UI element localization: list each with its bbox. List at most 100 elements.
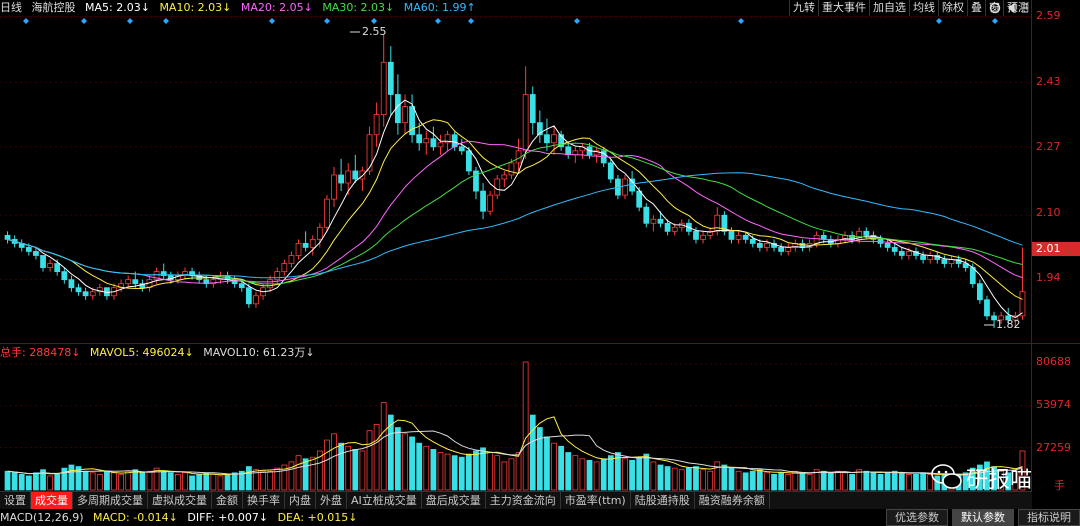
- candle-body: [47, 263, 54, 268]
- volume-bar: [89, 472, 96, 491]
- tab-6[interactable]: 内盘: [285, 492, 316, 509]
- tab-0[interactable]: 设置: [0, 492, 31, 509]
- event-marker: [468, 18, 474, 24]
- volume-unit: 手: [1054, 479, 1065, 492]
- volume-bar: [622, 458, 628, 491]
- candle-body: [863, 230, 870, 236]
- volume-bar: [529, 414, 536, 491]
- tab-3[interactable]: 虚拟成交量: [148, 492, 212, 509]
- candle-body: [416, 134, 423, 144]
- volume-bar: [139, 472, 146, 491]
- volume-bar: [465, 453, 472, 491]
- settings-icon[interactable]: [989, 2, 1001, 14]
- macd-label: MACD(12,26,9): [0, 511, 84, 524]
- back-icon[interactable]: [1008, 3, 1016, 13]
- volume-bar: [245, 466, 252, 491]
- candle-body: [891, 247, 898, 252]
- candle-body: [253, 295, 259, 305]
- volume-bar: [494, 455, 501, 491]
- event-marker: [936, 18, 942, 24]
- volume-bar: [906, 473, 912, 491]
- volume-bar: [182, 472, 188, 491]
- price-tick: 2.59: [1036, 9, 1061, 22]
- tab-5[interactable]: 换手率: [243, 492, 285, 509]
- ma5-line: [7, 99, 1023, 319]
- volume-bar: [544, 436, 550, 491]
- tab-11[interactable]: 市盈率(ttm): [561, 492, 631, 509]
- tab-8[interactable]: AI立桩成交量: [347, 492, 422, 509]
- mavol10-line: [7, 430, 1023, 475]
- volume-bar: [508, 458, 515, 491]
- volume-axis: 80688 53974 27259 手: [1032, 345, 1080, 492]
- event-marker: [23, 18, 29, 24]
- volume-bar: [309, 456, 316, 491]
- candle-body: [920, 255, 926, 260]
- volume-bar: [480, 447, 486, 491]
- volume-header: 总手: 288478↓ MAVOL5: 496024↓ MAVOL10: 61.…: [0, 345, 321, 361]
- candle-body: [345, 170, 352, 184]
- volume-bar: [515, 452, 522, 491]
- volume-bar: [224, 473, 231, 491]
- candle-body: [302, 243, 309, 248]
- volume-bar: [551, 442, 557, 491]
- candle-body: [778, 247, 785, 252]
- volume-bar: [11, 472, 18, 491]
- tab-4[interactable]: 金额: [212, 492, 243, 509]
- volume-bar: [898, 472, 905, 491]
- candle-body: [764, 243, 770, 248]
- volume-bar: [870, 472, 877, 491]
- volume-bar: [402, 433, 408, 491]
- chart-area[interactable]: 2.55 1.82: [0, 0, 1080, 526]
- volume-bar: [324, 439, 330, 491]
- candle-body: [82, 291, 89, 297]
- diff-value: DIFF: +0.007↓: [187, 511, 269, 524]
- high-annotation: 2.55: [362, 25, 387, 38]
- optimal-params-button[interactable]: 优选参数: [886, 509, 948, 526]
- tab-7[interactable]: 外盘: [316, 492, 347, 509]
- event-marker: [371, 18, 377, 24]
- volume-bar: [756, 469, 763, 491]
- ma30-line: [7, 142, 1023, 285]
- tab-9[interactable]: 盘后成交量: [422, 492, 486, 509]
- volume-bar: [82, 470, 89, 491]
- tab-2[interactable]: 多周期成交量: [73, 492, 148, 509]
- mavol5-value: MAVOL5: 496024↓: [89, 346, 194, 359]
- menu-icon[interactable]: [1022, 3, 1028, 13]
- volume-bar: [25, 475, 32, 491]
- volume-bar: [118, 473, 124, 491]
- volume-bar: [586, 459, 593, 491]
- candle-body: [40, 255, 46, 268]
- candle-body: [366, 134, 373, 172]
- candle-body: [728, 230, 735, 240]
- volume-bar: [267, 470, 274, 491]
- volume-bar: [749, 470, 756, 491]
- candle-body: [785, 247, 792, 252]
- tab-1[interactable]: 成交量: [31, 492, 73, 509]
- price-axis: 2.59 2.43 2.27 2.10 1.94 2.01: [1032, 0, 1080, 344]
- default-params-button[interactable]: 默认参数: [952, 509, 1014, 526]
- volume-bar: [671, 467, 678, 491]
- indicator-help-button[interactable]: 指标说明: [1018, 509, 1080, 526]
- tab-13[interactable]: 融资融券余额: [695, 492, 770, 509]
- price-tick: 2.10: [1036, 206, 1061, 219]
- ma60-line: [7, 172, 1023, 279]
- volume-bar: [416, 442, 423, 491]
- tab-12[interactable]: 陆股通持股: [631, 492, 695, 509]
- candle-body: [373, 114, 380, 136]
- candle-body: [657, 218, 664, 224]
- volume-bar: [913, 473, 919, 491]
- event-marker: [435, 18, 441, 24]
- candle-body: [607, 162, 614, 180]
- volume-bar: [487, 452, 494, 491]
- volume-bar: [4, 470, 11, 491]
- candle-body: [281, 263, 288, 272]
- volume-bar: [104, 470, 110, 491]
- candle-body: [884, 243, 891, 248]
- tab-10[interactable]: 主力资金流向: [486, 492, 561, 509]
- volume-bar: [125, 470, 132, 491]
- volume-bar: [863, 470, 870, 491]
- volume-bar: [302, 458, 309, 491]
- candle-body: [529, 94, 536, 124]
- candle-body: [501, 174, 508, 180]
- volume-bar: [700, 469, 706, 491]
